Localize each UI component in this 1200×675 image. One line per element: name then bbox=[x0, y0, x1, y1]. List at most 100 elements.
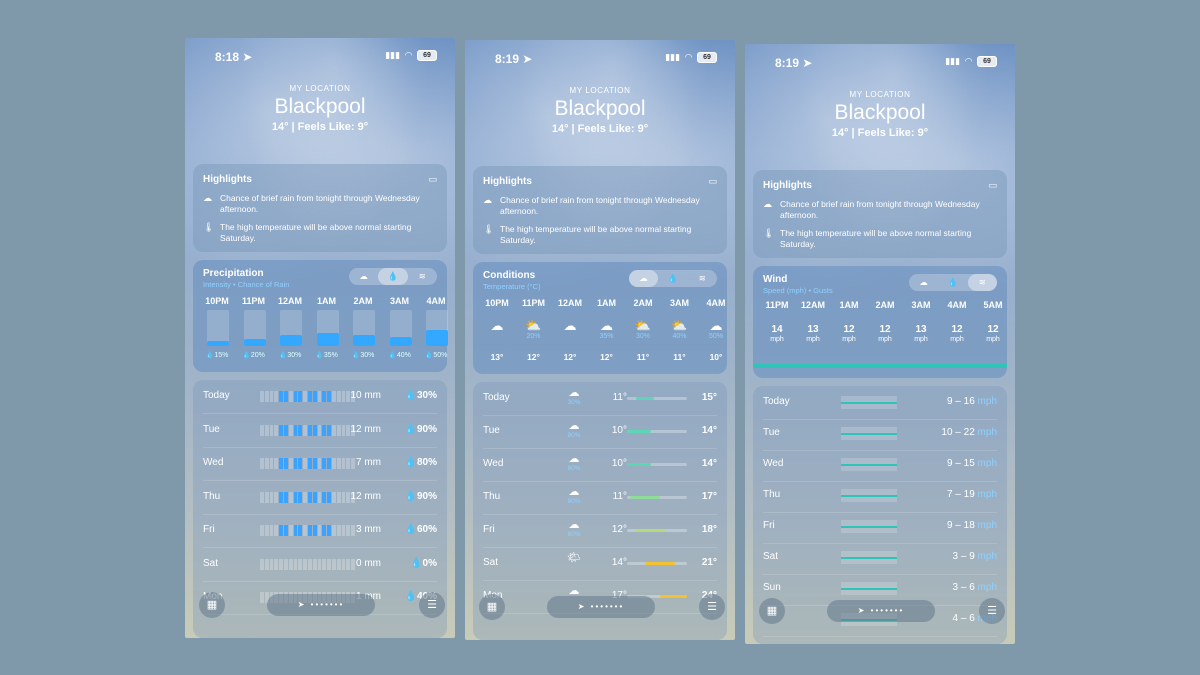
hour-column[interactable]: 2AM 💧30% bbox=[345, 296, 381, 366]
map-button[interactable]: ▦ bbox=[199, 592, 225, 618]
module-subtitle: Speed (mph) • Gusts bbox=[763, 286, 833, 295]
message-icon[interactable]: ▭ bbox=[988, 180, 997, 191]
precipitation-module[interactable]: Precipitation Intensity • Chance of Rain… bbox=[193, 260, 448, 372]
module-title: Precipitation bbox=[203, 268, 264, 279]
day-row[interactable]: Wed 7 mm 💧80% bbox=[203, 447, 437, 481]
hour-column[interactable]: 4AM 💧50% bbox=[418, 296, 454, 366]
hour-column[interactable]: 1AM 💧35% bbox=[309, 296, 345, 366]
day-row[interactable]: Tue 12 mm 💧90% bbox=[203, 414, 437, 448]
highlights-card[interactable]: Highlights ▭ ☁ Chance of brief rain from … bbox=[193, 164, 447, 252]
hour-column[interactable]: 11PM 14 mph bbox=[759, 300, 795, 343]
list-button[interactable]: ☰ bbox=[979, 598, 1005, 624]
cloud-icon: ☁ bbox=[763, 199, 772, 209]
page-indicator[interactable]: ➤ ••••••• bbox=[547, 596, 655, 618]
hour-label: 4AM bbox=[706, 298, 726, 308]
day-row[interactable]: Thu 12 mm 💧90% bbox=[203, 481, 437, 515]
day-row[interactable]: Tue ☁ 90% 10° 14° bbox=[483, 415, 717, 449]
hour-column[interactable]: 5AM 12 mph bbox=[975, 300, 1011, 343]
highlights-card[interactable]: Highlights ▭ ☁ Chance of brief rain from … bbox=[473, 166, 727, 254]
wind-icon[interactable]: ≋ bbox=[408, 268, 437, 285]
list-icon: ☰ bbox=[427, 599, 437, 611]
hour-column[interactable]: 2AM ⛅ 30% 11° bbox=[625, 298, 661, 362]
day-row[interactable]: Thu 7 – 19 mph bbox=[763, 479, 997, 513]
hour-column[interactable]: 1AM ☁ 35% 12° bbox=[589, 298, 625, 362]
raindrop-icon[interactable]: 💧 bbox=[938, 274, 967, 291]
hour-column[interactable]: 12AM 💧30% bbox=[272, 296, 308, 366]
wind-icon[interactable]: ≋ bbox=[967, 274, 997, 291]
day-row[interactable]: Sat 3 – 9 mph bbox=[763, 541, 997, 575]
phone-conditions: 8:19 ➤ ▮▮▮ ◠ 69 MY LOCATION Blackpool 14… bbox=[465, 40, 735, 640]
list-button[interactable]: ☰ bbox=[699, 594, 725, 620]
rain-cloud-icon: ☁ bbox=[568, 453, 580, 465]
hour-column[interactable]: 12AM 13 mph bbox=[795, 300, 831, 343]
wind-icon[interactable]: ≋ bbox=[688, 270, 717, 287]
map-button[interactable]: ▦ bbox=[759, 598, 785, 624]
map-button[interactable]: ▦ bbox=[479, 594, 505, 620]
hour-column[interactable]: 3AM 💧40% bbox=[382, 296, 418, 366]
day-row[interactable]: Fri 9 – 18 mph bbox=[763, 510, 997, 544]
page-indicator[interactable]: ➤ ••••••• bbox=[267, 594, 375, 616]
hour-column[interactable]: 3AM 13 mph bbox=[903, 300, 939, 343]
day-row[interactable]: Today ☁ 30% 11° 15° bbox=[483, 382, 717, 416]
rain-fill bbox=[207, 341, 229, 346]
hour-column[interactable]: 4AM 12 mph bbox=[939, 300, 975, 343]
raindrop-icon: 💧 bbox=[404, 390, 417, 401]
day-row[interactable]: Fri 3 mm 💧60% bbox=[203, 514, 437, 548]
hour-column[interactable]: 11PM ⛅ 20% 12° bbox=[516, 298, 552, 362]
conditions-module[interactable]: Conditions Temperature (°C) ☁ 💧 ≋ 10PM ☁ 1… bbox=[473, 262, 727, 374]
module-title: Wind bbox=[763, 274, 788, 285]
chance-label: 30% bbox=[635, 333, 650, 340]
day-name: Today bbox=[763, 396, 790, 407]
hour-column[interactable]: 2AM 12 mph bbox=[867, 300, 903, 343]
hour-column[interactable]: 1AM 12 mph bbox=[831, 300, 867, 343]
hour-column[interactable]: 10PM ☁ 13° bbox=[479, 298, 515, 362]
day-row[interactable]: Fri ☁ 60% 12° 18° bbox=[483, 514, 717, 548]
rain-cloud-icon: ☁ bbox=[568, 519, 580, 531]
hour-column[interactable]: 12AM ☁ 12° bbox=[552, 298, 588, 362]
weather-icon-cell: ☁ 90% bbox=[567, 420, 581, 439]
message-icon[interactable]: ▭ bbox=[428, 174, 437, 185]
raindrop-icon[interactable]: 💧 bbox=[658, 270, 687, 287]
cloud-sun-icon[interactable]: ☁ bbox=[349, 268, 378, 285]
day-row[interactable]: Sat 0 mm 💧0% bbox=[203, 548, 437, 582]
list-button[interactable]: ☰ bbox=[419, 592, 445, 618]
day-row[interactable]: Sat 🌤 14° 21° bbox=[483, 547, 717, 581]
low-temp: 10° bbox=[611, 425, 627, 436]
hourly-wind[interactable]: 11PM 14 mph 12AM 13 mph 1AM 12 mph 2AM 12 mph 3AM 13 m… bbox=[753, 300, 1007, 372]
hour-column[interactable]: 4AM ☁ 50% 10° bbox=[698, 298, 734, 362]
status-time: 8:19 ➤ bbox=[775, 56, 813, 70]
highlights-title: Highlights bbox=[763, 180, 812, 191]
hourly-conditions[interactable]: 10PM ☁ 13° 11PM ⛅ 20% 12° 12AM ☁ 12° 1AM ☁ 35% 12° 2AM… bbox=[473, 298, 727, 368]
hour-label: 10PM bbox=[205, 296, 229, 306]
highlights-card[interactable]: Highlights ▭ ☁ Chance of brief rain from … bbox=[753, 170, 1007, 258]
day-name: Wed bbox=[483, 458, 504, 469]
hourly-precipitation[interactable]: 10PM 💧15% 11PM 💧20% 12AM 💧30% 1AM 💧35% 2AM 💧30% 3A… bbox=[193, 296, 448, 366]
day-name: Sat bbox=[763, 551, 779, 562]
hour-column[interactable]: 10PM 💧15% bbox=[199, 296, 235, 366]
day-row[interactable]: Tue 10 – 22 mph bbox=[763, 417, 997, 451]
module-switcher[interactable]: ☁ 💧 ≋ bbox=[349, 268, 437, 285]
cloud-sun-icon[interactable]: ☁ bbox=[629, 270, 659, 287]
hour-column[interactable]: 3AM ⛅ 40% 11° bbox=[662, 298, 698, 362]
raindrop-icon[interactable]: 💧 bbox=[378, 268, 408, 285]
wind-module[interactable]: Wind Speed (mph) • Gusts ☁ 💧 ≋ 11PM 14 mph… bbox=[753, 266, 1007, 378]
battery-icon: 69 bbox=[697, 52, 717, 63]
day-row[interactable]: Today 9 – 16 mph bbox=[763, 386, 997, 420]
module-switcher[interactable]: ☁ 💧 ≋ bbox=[629, 270, 717, 287]
module-switcher[interactable]: ☁ 💧 ≋ bbox=[909, 274, 997, 291]
day-row[interactable]: Thu ☁ 90% 11° 17° bbox=[483, 481, 717, 515]
hour-column[interactable]: 11PM 💧20% bbox=[236, 296, 272, 366]
hour-label: 2AM bbox=[875, 300, 895, 310]
day-row[interactable]: Wed 9 – 15 mph bbox=[763, 448, 997, 482]
message-icon[interactable]: ▭ bbox=[708, 176, 717, 187]
gust-line bbox=[841, 464, 897, 466]
cloud-sun-icon[interactable]: ☁ bbox=[909, 274, 938, 291]
hour-label: 3AM bbox=[389, 296, 409, 306]
rain-intensity-bar bbox=[353, 310, 375, 346]
page-indicator[interactable]: ➤ ••••••• bbox=[827, 600, 935, 622]
rain-amount: 0 mm bbox=[356, 557, 381, 569]
day-row[interactable]: Wed ☁ 80% 10° 14° bbox=[483, 448, 717, 482]
hour-label: 1AM bbox=[839, 300, 859, 310]
day-name: Thu bbox=[763, 489, 781, 500]
day-row[interactable]: Today 10 mm 💧30% bbox=[203, 380, 437, 414]
